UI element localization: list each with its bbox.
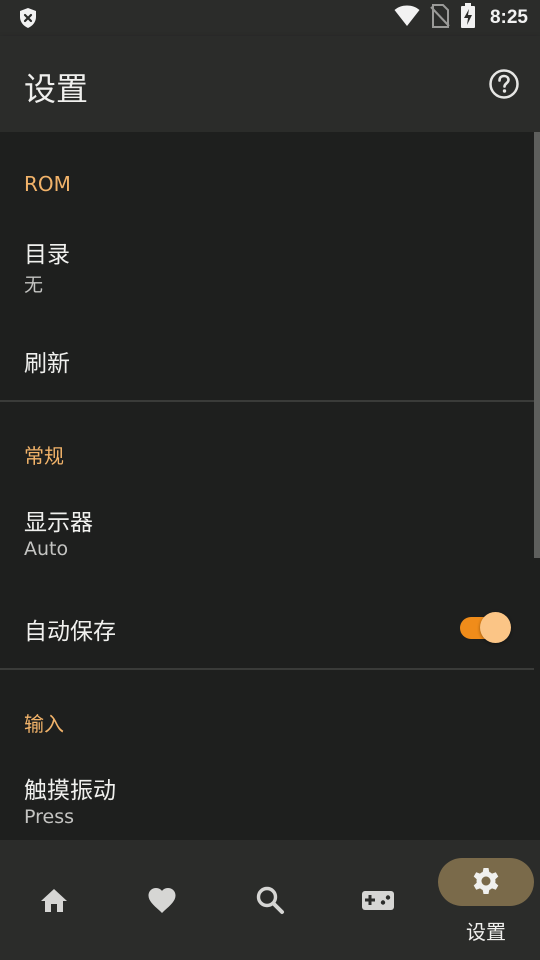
status-bar: 8:25 (0, 0, 540, 36)
setting-refresh[interactable] (0, 318, 534, 398)
home-icon (41, 889, 67, 912)
shield-x-icon (16, 6, 40, 30)
setting-directory[interactable] (0, 218, 534, 308)
setting-refresh-title: 刷新 (24, 351, 70, 377)
help-circle-icon (489, 69, 519, 99)
no-sim-icon (430, 4, 450, 32)
nav-favorites[interactable] (108, 840, 216, 960)
section-header-input: 输入 (24, 712, 64, 736)
section-header-rom: ROM (24, 172, 71, 196)
setting-haptics-title: 触摸振动 (24, 778, 116, 804)
nav-home[interactable] (0, 840, 108, 960)
settings-list[interactable]: ROM 目录 无 刷新 常规 显示器 Auto 自动保存 输入 触摸振动 Pre… (0, 132, 540, 840)
nav-settings-label: 设置 (466, 920, 506, 944)
setting-display-value: Auto (24, 538, 69, 560)
autosave-toggle[interactable] (458, 612, 514, 644)
bottom-navigation: 设置 (0, 840, 540, 960)
nav-settings[interactable]: 设置 (432, 840, 540, 960)
heart-icon (148, 888, 176, 913)
section-header-general: 常规 (24, 444, 64, 468)
setting-display-title: 显示器 (24, 510, 93, 536)
gear-icon (473, 868, 499, 894)
toggle-thumb (480, 612, 511, 643)
app-bar: 设置 (0, 36, 540, 132)
setting-directory-title: 目录 (24, 242, 70, 268)
help-button[interactable] (488, 68, 520, 100)
setting-haptics-value: Press (24, 806, 75, 828)
nav-games[interactable] (324, 840, 432, 960)
status-time: 8:25 (489, 7, 528, 28)
page-title: 设置 (24, 70, 89, 108)
section-divider (0, 668, 534, 670)
scrollbar[interactable] (534, 132, 540, 558)
search-icon (256, 886, 284, 914)
nav-search[interactable] (216, 840, 324, 960)
setting-directory-value: 无 (24, 274, 44, 296)
gamepad-icon (362, 891, 394, 910)
wifi-icon (394, 5, 420, 31)
setting-autosave-title: 自动保存 (24, 619, 116, 645)
battery-charging-icon (460, 3, 476, 33)
section-divider (0, 400, 534, 402)
